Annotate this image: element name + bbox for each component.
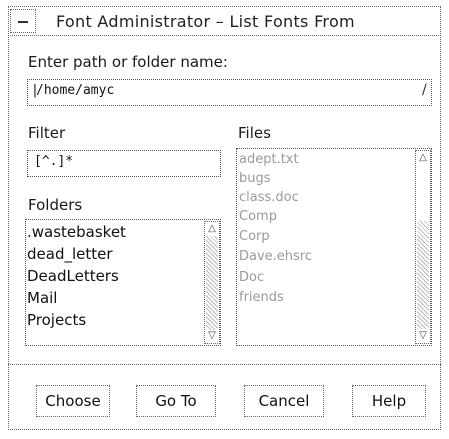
file-item[interactable]: friends bbox=[239, 290, 284, 305]
folder-item[interactable]: dead_letter bbox=[27, 245, 113, 263]
go-to-button[interactable]: Go To bbox=[136, 385, 216, 417]
folders-list[interactable]: .wastebasket dead_letter DeadLetters Mai… bbox=[25, 219, 221, 346]
files-label: Files bbox=[238, 124, 271, 142]
folders-scrollbar[interactable]: △ ▽ bbox=[204, 221, 220, 344]
filter-label: Filter bbox=[28, 124, 66, 142]
file-item[interactable]: Doc bbox=[239, 270, 264, 285]
file-item[interactable]: Comp bbox=[239, 209, 277, 224]
window-menu-button[interactable] bbox=[10, 9, 36, 33]
filter-input-value: [^.]* bbox=[34, 154, 74, 169]
minus-icon bbox=[18, 21, 28, 23]
files-list[interactable]: adept.txt bugs class.doc Comp Corp Dave.… bbox=[236, 148, 432, 346]
choose-button[interactable]: Choose bbox=[36, 385, 110, 417]
scrollbar-thumb[interactable] bbox=[417, 221, 429, 329]
separator bbox=[8, 364, 441, 365]
folder-item[interactable]: DeadLetters bbox=[27, 267, 119, 285]
file-item[interactable]: class.doc bbox=[239, 190, 299, 205]
file-item[interactable]: Corp bbox=[239, 229, 270, 244]
path-label: Enter path or folder name: bbox=[28, 53, 228, 71]
scroll-up-arrow-icon[interactable]: △ bbox=[205, 223, 219, 235]
files-scrollbar[interactable]: △ ▽ bbox=[415, 150, 431, 344]
file-item[interactable]: Dave.ehsrc bbox=[239, 249, 312, 264]
folder-item[interactable]: Projects bbox=[27, 311, 86, 329]
cancel-button[interactable]: Cancel bbox=[244, 385, 324, 417]
file-item[interactable]: adept.txt bbox=[239, 152, 299, 167]
scroll-down-arrow-icon[interactable]: ▽ bbox=[416, 330, 430, 342]
file-item[interactable]: bugs bbox=[239, 171, 271, 186]
folders-label: Folders bbox=[28, 196, 83, 214]
path-scroll-indicator[interactable]: / bbox=[422, 82, 427, 98]
help-button[interactable]: Help bbox=[352, 385, 426, 417]
scrollbar-thumb[interactable] bbox=[206, 236, 218, 330]
window-title: Font Administrator – List Fonts From bbox=[56, 12, 355, 31]
scroll-down-arrow-icon[interactable]: ▽ bbox=[205, 330, 219, 342]
folder-item[interactable]: Mail bbox=[27, 289, 57, 307]
path-input-value: /home/amyc bbox=[36, 83, 115, 98]
folder-item[interactable]: .wastebasket bbox=[27, 223, 126, 241]
scroll-up-arrow-icon[interactable]: △ bbox=[416, 152, 430, 164]
